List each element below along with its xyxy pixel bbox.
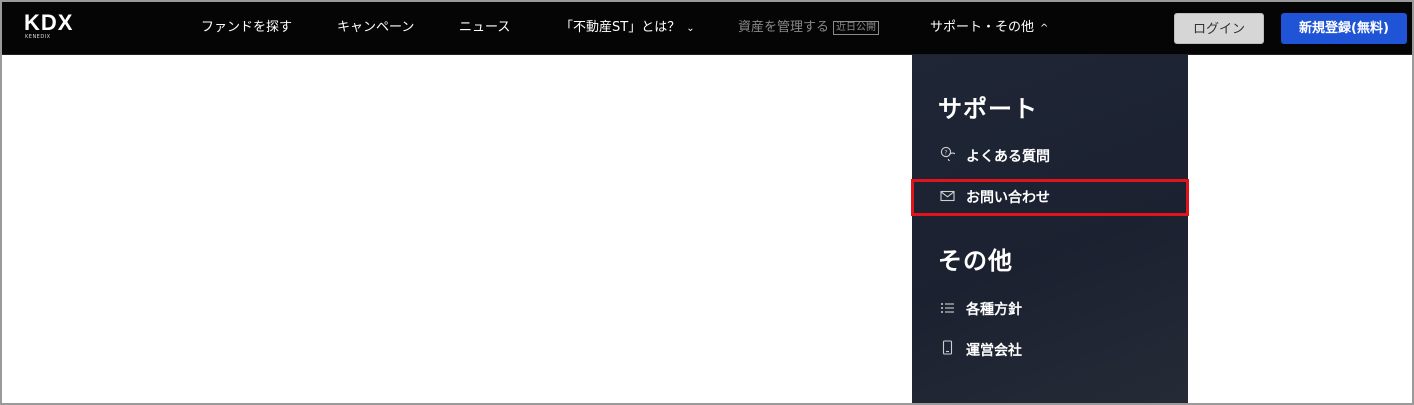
coming-soon-badge: 近日公開 [833, 21, 880, 35]
svg-text:?: ? [944, 149, 947, 156]
nav-campaign-label: キャンペーン [337, 20, 415, 35]
menu-item-policies-label: 各種方針 [966, 302, 1022, 318]
nav-find-funds-label: ファンドを探す [201, 20, 293, 35]
top-navbar: KDX KENEDIX ファンドを探す キャンペーン ニュース 「不動産ST」と… [2, 2, 1412, 55]
nav-support-other[interactable]: サポート・その他 ^ [930, 19, 1048, 38]
support-heading: サポート [938, 94, 1038, 123]
nav-news[interactable]: ニュース [459, 19, 510, 37]
nav-about-st-label: 「不動産ST」とは？ [560, 20, 681, 35]
nav-news-label: ニュース [459, 20, 511, 35]
chevron-up-icon: ^ [1040, 23, 1049, 34]
login-button[interactable]: ログイン [1174, 13, 1264, 44]
highlight-annotation-box [911, 179, 1189, 216]
page-frame: KDX KENEDIX ファンドを探す キャンペーン ニュース 「不動産ST」と… [0, 0, 1414, 405]
register-button[interactable]: 新規登録(無料) [1281, 13, 1407, 44]
menu-item-policies[interactable]: 各種方針 [940, 298, 1022, 322]
support-dropdown-menu: サポート ? よくある質問 お問い合わせ その他 各種方針 運営会社 [912, 55, 1188, 403]
nav-campaign[interactable]: キャンペーン [337, 19, 414, 37]
menu-item-faq-label: よくある質問 [966, 149, 1050, 165]
nav-find-funds[interactable]: ファンドを探す [201, 19, 292, 37]
menu-item-company[interactable]: 運営会社 [940, 339, 1022, 363]
list-icon [940, 299, 958, 323]
faq-chat-icon: ? [940, 146, 958, 170]
nav-manage-assets-label: 資産を管理する [738, 20, 830, 35]
other-heading: その他 [938, 246, 1013, 275]
nav-manage-assets: 資産を管理する 近日公開 [738, 19, 880, 37]
chevron-down-icon: ⌄ [686, 23, 695, 34]
nav-about-st[interactable]: 「不動産ST」とは？ ⌄ [560, 19, 695, 38]
phone-building-icon [940, 340, 958, 364]
nav-support-other-label: サポート・その他 [930, 20, 1035, 35]
menu-item-faq[interactable]: ? よくある質問 [940, 145, 1050, 169]
logo-subtext: KENEDIX [25, 34, 51, 40]
menu-item-company-label: 運営会社 [966, 343, 1022, 359]
kdx-logo[interactable]: KDX KENEDIX [24, 12, 84, 42]
logo-mark: KDX [24, 10, 74, 35]
